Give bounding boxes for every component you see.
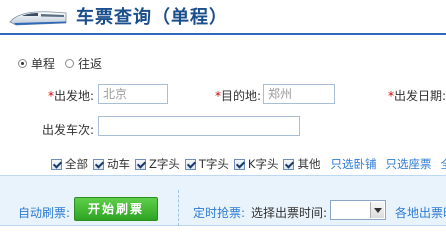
- filter-t-checkbox[interactable]: [184, 158, 196, 170]
- filter-emu-label[interactable]: 动车: [107, 156, 130, 172]
- trip-type-group: 单程 往返: [18, 55, 112, 71]
- filter-z-label[interactable]: Z字头: [149, 156, 180, 172]
- bar-divider: [178, 190, 179, 226]
- filter-other-label[interactable]: 其他: [297, 156, 320, 172]
- filter-all-label[interactable]: 全部: [65, 156, 88, 172]
- auto-refresh-label: 自动刷票:: [18, 206, 71, 220]
- chevron-down-icon[interactable]: [370, 202, 384, 218]
- seat-only-link[interactable]: 只选座票: [385, 156, 431, 172]
- date-label-text: 出发日期:: [394, 89, 446, 103]
- one-way-label[interactable]: 单程: [31, 55, 55, 72]
- one-way-radio[interactable]: [18, 58, 27, 68]
- auto-refresh-bar: 自动刷票: 开始刷票 定时抢票: 选择出票时间: 各地出票时: [0, 175, 446, 226]
- filter-k-checkbox[interactable]: [233, 158, 245, 170]
- to-station-input[interactable]: 郑州: [263, 84, 335, 104]
- all-link[interactable]: 全: [440, 156, 446, 172]
- sleeper-only-link[interactable]: 只选卧铺: [330, 156, 376, 172]
- train-type-filters: 全部 动车 Z字头 T字头 K字头 其他 只选卧铺 只选座票 全: [51, 156, 446, 172]
- filter-all-checkbox[interactable]: [51, 158, 62, 170]
- filter-t-label[interactable]: T字头: [199, 156, 229, 172]
- page-title: 车票查询（单程）: [76, 7, 228, 28]
- local-ticket-time-link[interactable]: 各地出票时: [395, 204, 446, 221]
- query-panel: 单程 往返 *出发地: 北京 *目的地: 郑州 *出发日期: 出发车次: 全部 …: [0, 35, 446, 244]
- from-label-text: 出发地:: [54, 89, 95, 103]
- to-label-text: 目的地:: [221, 89, 262, 103]
- to-label: *目的地:: [215, 87, 261, 104]
- filter-k-label[interactable]: K字头: [248, 156, 279, 172]
- ticket-time-select[interactable]: [330, 200, 386, 220]
- train-icon: [9, 11, 67, 26]
- start-refresh-button[interactable]: 开始刷票: [74, 197, 158, 221]
- ticket-query-page: 车票查询（单程） 单程 往返 *出发地: 北京 *目的地: 郑州 *出发日期: …: [0, 0, 446, 244]
- from-station-input[interactable]: 北京: [98, 84, 168, 104]
- filter-other-checkbox[interactable]: [283, 158, 295, 170]
- train-number-label: 出发车次:: [42, 123, 95, 137]
- timed-grab-label: 定时抢票:: [193, 206, 246, 220]
- round-trip-radio[interactable]: [65, 58, 75, 68]
- choose-time-label: 选择出票时间:: [251, 206, 328, 220]
- round-trip-label[interactable]: 往返: [78, 55, 102, 72]
- date-label: *出发日期:: [388, 87, 446, 104]
- page-header: 车票查询（单程）: [0, 0, 446, 33]
- filter-z-checkbox[interactable]: [135, 158, 146, 170]
- filter-emu-checkbox[interactable]: [93, 158, 104, 170]
- train-number-input[interactable]: [98, 116, 300, 136]
- from-label: *出发地:: [48, 87, 94, 104]
